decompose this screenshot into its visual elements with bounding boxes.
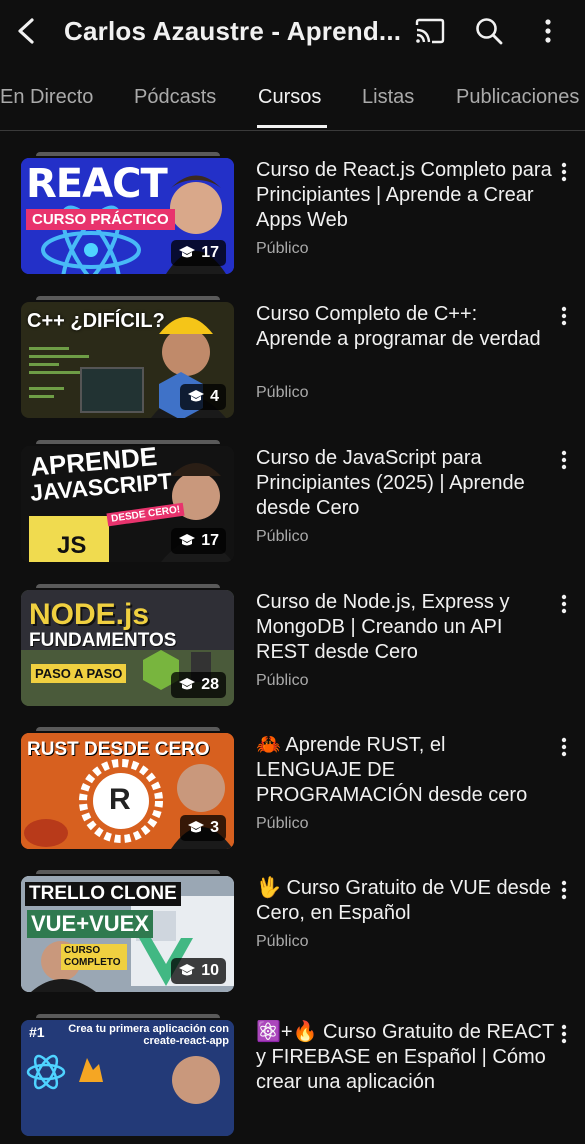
course-thumbnail[interactable]: REACT CURSO PRÁCTICO 17: [21, 158, 234, 274]
thumb-text: C++ ¿DIFÍCIL?: [27, 310, 165, 332]
course-menu-button[interactable]: [554, 160, 574, 184]
course-thumbnail[interactable]: RUST DESDE CERO R 3: [21, 733, 234, 849]
course-thumbnail[interactable]: APRENDE JAVASCRIPT DESDE CERO! JS 17: [21, 446, 234, 562]
cast-button[interactable]: [412, 13, 448, 49]
video-count-badge: 10: [171, 958, 226, 984]
course-thumbnail[interactable]: NODE.js FUNDAMENTOS PASO A PASO 28: [21, 590, 234, 706]
course-item[interactable]: REACT CURSO PRÁCTICO 17 Curso de React.j…: [0, 152, 585, 282]
thumb-text: R: [109, 783, 131, 816]
more-vertical-icon: [561, 1024, 567, 1044]
video-count: 28: [201, 676, 219, 693]
thumb-text: PASO A PASO: [31, 664, 127, 683]
course-title[interactable]: Curso de JavaScript para Principiantes (…: [256, 446, 556, 521]
playlist-stack-edge: [36, 440, 220, 444]
course-icon: [179, 964, 196, 976]
tab-listas[interactable]: Listas: [362, 86, 414, 109]
playlist-stack-edge: [36, 584, 220, 588]
more-vertical-icon: [561, 450, 567, 470]
more-vertical-icon: [545, 19, 551, 43]
course-menu-button[interactable]: [554, 735, 574, 759]
course-thumbnail[interactable]: TRELLO CLONE VUE+VUEX CURSO COMPLETO 10: [21, 876, 234, 992]
course-visibility: Público: [256, 240, 309, 257]
course-title[interactable]: Curso Completo de C++: Aprende a program…: [256, 302, 556, 352]
course-visibility: Público: [256, 933, 309, 950]
search-icon: [476, 18, 503, 45]
search-button[interactable]: [471, 13, 507, 49]
thumb-text: CURSO COMPLETO: [61, 944, 127, 970]
course-menu-button[interactable]: [554, 878, 574, 902]
tab-cursos[interactable]: Cursos: [258, 86, 321, 109]
course-item[interactable]: RUST DESDE CERO R 3 🦀 Aprende RUST, el L…: [0, 727, 585, 857]
course-item[interactable]: NODE.js FUNDAMENTOS PASO A PASO 28 Curso…: [0, 584, 585, 714]
thumb-text: VUE+VUEX: [27, 910, 153, 938]
video-count-badge: 4: [180, 384, 226, 410]
course-title[interactable]: Curso de React.js Completo para Principi…: [256, 158, 556, 233]
course-thumbnail[interactable]: #1 Crea tu primera aplicación con create…: [21, 1020, 234, 1136]
course-item[interactable]: APRENDE JAVASCRIPT DESDE CERO! JS 17 Cur…: [0, 440, 585, 570]
course-visibility: Público: [256, 384, 309, 401]
playlist-stack-edge: [36, 152, 220, 156]
video-count: 17: [201, 532, 219, 549]
arrow-left-icon: [18, 18, 34, 44]
course-visibility: Público: [256, 815, 309, 832]
thumb-text: REACT: [26, 161, 168, 207]
course-item[interactable]: C++ ¿DIFÍCIL? 4 Curso Completo de C++: A…: [0, 296, 585, 426]
course-title[interactable]: 🦀 Aprende RUST, el LENGUAJE DE PROGRAMAC…: [256, 733, 556, 808]
more-vertical-icon: [561, 306, 567, 326]
video-count-badge: 28: [171, 672, 226, 698]
playlist-stack-edge: [36, 870, 220, 874]
thumb-text: #1: [29, 1024, 45, 1040]
video-count-badge: 17: [171, 240, 226, 266]
cast-icon: [415, 18, 445, 44]
active-tab-indicator: [257, 125, 327, 128]
more-options-button[interactable]: [530, 13, 566, 49]
course-icon: [179, 246, 196, 258]
course-visibility: Público: [256, 528, 309, 545]
course-visibility: Público: [256, 672, 309, 689]
playlist-stack-edge: [36, 1014, 220, 1018]
back-button[interactable]: [12, 14, 42, 48]
course-menu-button[interactable]: [554, 304, 574, 328]
thumb-text: Crea tu primera aplicación con create-re…: [68, 1023, 229, 1047]
course-title[interactable]: 🖖 Curso Gratuito de VUE desde Cero, en E…: [256, 876, 556, 926]
tab-podcasts[interactable]: Pódcasts: [134, 86, 216, 109]
course-menu-button[interactable]: [554, 448, 574, 472]
course-icon: [179, 534, 196, 546]
more-vertical-icon: [561, 737, 567, 757]
video-count-badge: 17: [171, 528, 226, 554]
thumb-text: TRELLO CLONE: [25, 882, 181, 906]
channel-tabs: En Directo Pódcasts Cursos Listas Public…: [0, 80, 585, 131]
video-count: 4: [210, 388, 219, 405]
channel-title: Carlos Azaustre - Aprend...: [64, 16, 402, 46]
course-title[interactable]: Curso de Node.js, Express y MongoDB | Cr…: [256, 590, 556, 665]
course-icon: [188, 390, 205, 402]
thumb-text: JS: [57, 532, 87, 559]
playlist-stack-edge: [36, 727, 220, 731]
thumb-text: NODE.js: [29, 598, 150, 631]
more-vertical-icon: [561, 594, 567, 614]
tab-en-directo[interactable]: En Directo: [0, 86, 93, 109]
thumb-text: RUST DESDE CERO: [27, 739, 210, 760]
more-vertical-icon: [561, 880, 567, 900]
playlist-stack-edge: [36, 296, 220, 300]
course-menu-button[interactable]: [554, 1022, 574, 1046]
course-icon: [188, 821, 205, 833]
video-count: 10: [201, 962, 219, 979]
course-icon: [179, 678, 196, 690]
course-menu-button[interactable]: [554, 592, 574, 616]
thumb-text: FUNDAMENTOS: [29, 630, 177, 651]
course-item[interactable]: #1 Crea tu primera aplicación con create…: [0, 1014, 585, 1144]
course-item[interactable]: TRELLO CLONE VUE+VUEX CURSO COMPLETO 10 …: [0, 870, 585, 1000]
video-count-badge: 3: [180, 815, 226, 841]
course-thumbnail[interactable]: C++ ¿DIFÍCIL? 4: [21, 302, 234, 418]
thumb-text: CURSO PRÁCTICO: [26, 209, 175, 230]
top-app-bar: Carlos Azaustre - Aprend...: [0, 0, 585, 62]
course-title[interactable]: ⚛️+🔥 Curso Gratuito de REACT y FIREBASE …: [256, 1020, 556, 1095]
video-count: 17: [201, 244, 219, 261]
tab-publicaciones[interactable]: Publicaciones: [456, 86, 579, 109]
more-vertical-icon: [561, 162, 567, 182]
video-count: 3: [210, 819, 219, 836]
